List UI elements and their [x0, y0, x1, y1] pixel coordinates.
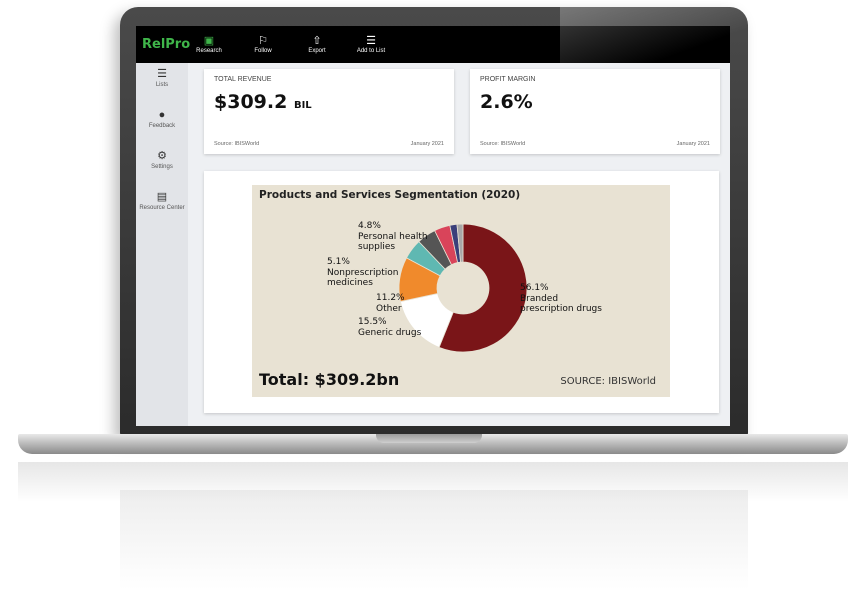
- toolbar-label: Research: [196, 48, 222, 54]
- list-icon: ☰: [157, 68, 167, 80]
- metric-label: TOTAL REVENUE: [214, 76, 272, 83]
- toolbar-label: Export: [308, 48, 326, 54]
- app-topbar: RelPro ▣ Research ⚐ Follow ⇧ Export ☰ Ad…: [136, 26, 730, 63]
- total-revenue-card: TOTAL REVENUE $309.2 BIL Source: IBISWor…: [204, 69, 454, 154]
- sidebar-item-label: Resource Center: [139, 205, 185, 211]
- sidebar-item-label: Lists: [155, 82, 169, 88]
- segmentation-chart: Products and Services Segmentation (2020…: [252, 185, 670, 397]
- toolbar-label: Follow: [254, 48, 272, 54]
- slice-pct: 4.8%: [358, 221, 381, 231]
- toolbar-export-button[interactable]: ⇧ Export: [302, 35, 332, 54]
- laptop-notch: [376, 434, 482, 443]
- slice-name-line1: Branded: [520, 293, 559, 304]
- slice-pct: 11.2%: [376, 293, 405, 303]
- segmentation-chart-card: Products and Services Segmentation (2020…: [204, 171, 719, 413]
- research-icon: ▣: [203, 35, 215, 47]
- cloud-upload-icon: ⇧: [312, 35, 322, 47]
- toolbar-add-to-list-button[interactable]: ☰ Add to List: [356, 35, 386, 54]
- profit-margin-card: PROFIT MARGIN 2.6% Source: IBISWorld Jan…: [470, 69, 720, 154]
- slice-pct: 56.1%: [520, 283, 549, 293]
- slice-label-personal-health-supplies: 4.8% Personal health supplies: [358, 221, 428, 253]
- slice-name-line1: Generic drugs: [358, 327, 422, 338]
- metric-value: $309.2 BIL: [214, 91, 312, 113]
- metric-date: January 2021: [410, 141, 444, 147]
- chart-total: Total: $309.2bn: [259, 370, 400, 389]
- slice-name-line1: Personal health: [358, 231, 428, 242]
- metric-label: PROFIT MARGIN: [480, 76, 536, 83]
- slice-name-line2: prescription drugs: [520, 304, 602, 314]
- sidebar-item-label: Settings: [151, 164, 173, 170]
- screen-reflection: [120, 490, 748, 590]
- toolbar-follow-button[interactable]: ⚐ Follow: [248, 35, 278, 54]
- sidebar-item-settings[interactable]: ⚙ Settings: [151, 150, 173, 170]
- slice-name-line2: medicines: [327, 278, 373, 288]
- sidebar-item-resource-center[interactable]: ▤ Resource Center: [139, 191, 184, 211]
- book-search-icon: ▤: [156, 191, 168, 203]
- metric-date: January 2021: [676, 141, 710, 147]
- metric-source: Source: IBISWorld: [214, 141, 260, 147]
- slice-name-line1: Other: [376, 303, 402, 314]
- app-screen: RelPro ▣ Research ⚐ Follow ⇧ Export ☰ Ad…: [136, 26, 730, 426]
- toolbar-label: Add to List: [356, 48, 386, 54]
- slice-label-nonprescription-medicines: 5.1% Nonprescription medicines: [327, 257, 399, 289]
- app-logo[interactable]: RelPro: [142, 37, 194, 52]
- gear-icon: ⚙: [157, 150, 167, 162]
- chat-bubble-icon: ●: [158, 109, 166, 121]
- chart-source: SOURCE: IBISWorld: [560, 376, 656, 387]
- sidebar-item-lists[interactable]: ☰ Lists: [156, 68, 168, 88]
- list-icon: ☰: [366, 35, 376, 47]
- sidebar-item-label: Feedback: [148, 123, 176, 129]
- metric-number: $309.2: [214, 91, 288, 113]
- flag-icon: ⚐: [258, 35, 268, 47]
- slice-label-branded-prescription-drugs: 56.1% Branded prescription drugs: [520, 283, 602, 315]
- sidebar: ☰ Lists ● Feedback ⚙ Settings ▤ Resource…: [136, 63, 188, 426]
- slice-pct: 15.5%: [358, 317, 387, 327]
- sidebar-item-feedback[interactable]: ● Feedback: [149, 109, 175, 129]
- slice-name-line2: supplies: [358, 242, 396, 252]
- metric-unit: BIL: [293, 100, 312, 111]
- toolbar-research-button[interactable]: ▣ Research: [194, 35, 224, 54]
- metric-value: 2.6%: [480, 91, 533, 113]
- slice-name-line1: Nonprescription: [327, 267, 399, 278]
- slice-label-generic-drugs: 15.5% Generic drugs: [358, 317, 421, 338]
- metric-source: Source: IBISWorld: [480, 141, 526, 147]
- slice-pct: 5.1%: [327, 257, 350, 267]
- slice-label-other: 11.2% Other: [376, 293, 405, 314]
- chart-title: Products and Services Segmentation (2020…: [259, 189, 521, 201]
